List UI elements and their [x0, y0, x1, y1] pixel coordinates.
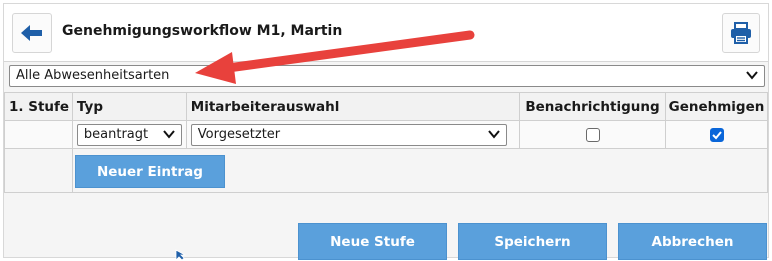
printer-icon — [731, 22, 751, 44]
absence-type-select[interactable]: Alle Abwesenheitsarten — [9, 65, 765, 87]
chevron-down-icon — [163, 129, 175, 139]
actions-cell: Neuer Eintrag — [71, 148, 769, 193]
notification-checkbox[interactable] — [585, 127, 600, 142]
new-stage-button[interactable]: Neue Stufe — [298, 223, 447, 260]
workflow-table: 1. Stufe Typ Mitarbeiterauswahl Benachri… — [4, 92, 769, 193]
table-row-actions: Neuer Eintrag — [4, 148, 769, 193]
approve-cell — [665, 120, 768, 149]
type-value: beantragt — [83, 126, 149, 142]
absence-type-value: Alle Abwesenheitsarten — [16, 68, 170, 83]
new-entry-button[interactable]: Neuer Eintrag — [74, 155, 225, 188]
cancel-button[interactable]: Abbrechen — [618, 223, 767, 260]
column-header-type: Typ — [71, 92, 187, 121]
table-row: beantragt Vorgesetzter — [4, 120, 768, 149]
workflow-panel: Genehmigungsworkflow M1, Martin Alle Abw… — [3, 3, 769, 260]
save-button[interactable]: Speichern — [458, 223, 607, 260]
mouse-cursor-icon — [175, 249, 187, 261]
chevron-down-icon — [488, 129, 500, 139]
employee-selection-cell: Vorgesetzter — [185, 120, 521, 149]
notification-cell — [519, 120, 666, 149]
stage-cell — [4, 120, 73, 149]
header-bar: Genehmigungsworkflow M1, Martin — [4, 4, 768, 62]
arrow-left-icon — [21, 25, 42, 41]
print-button[interactable] — [722, 13, 760, 53]
checkmark-icon — [711, 130, 722, 139]
employee-selection-value: Vorgesetzter — [197, 126, 281, 142]
column-header-notification: Benachrichtigung — [519, 92, 666, 121]
approve-checkbox[interactable] — [709, 127, 724, 142]
column-header-employee-selection: Mitarbeiterauswahl — [185, 92, 521, 121]
stage-cell — [4, 148, 73, 193]
column-header-approve: Genehmigen — [665, 92, 768, 121]
type-cell: beantragt — [71, 120, 187, 149]
page-title: Genehmigungsworkflow M1, Martin — [62, 23, 343, 39]
chevron-down-icon — [746, 71, 758, 80]
employee-selection-select[interactable]: Vorgesetzter — [190, 123, 508, 146]
back-button[interactable] — [12, 13, 52, 53]
type-select[interactable]: beantragt — [76, 123, 182, 146]
column-header-stage: 1. Stufe — [4, 92, 73, 121]
